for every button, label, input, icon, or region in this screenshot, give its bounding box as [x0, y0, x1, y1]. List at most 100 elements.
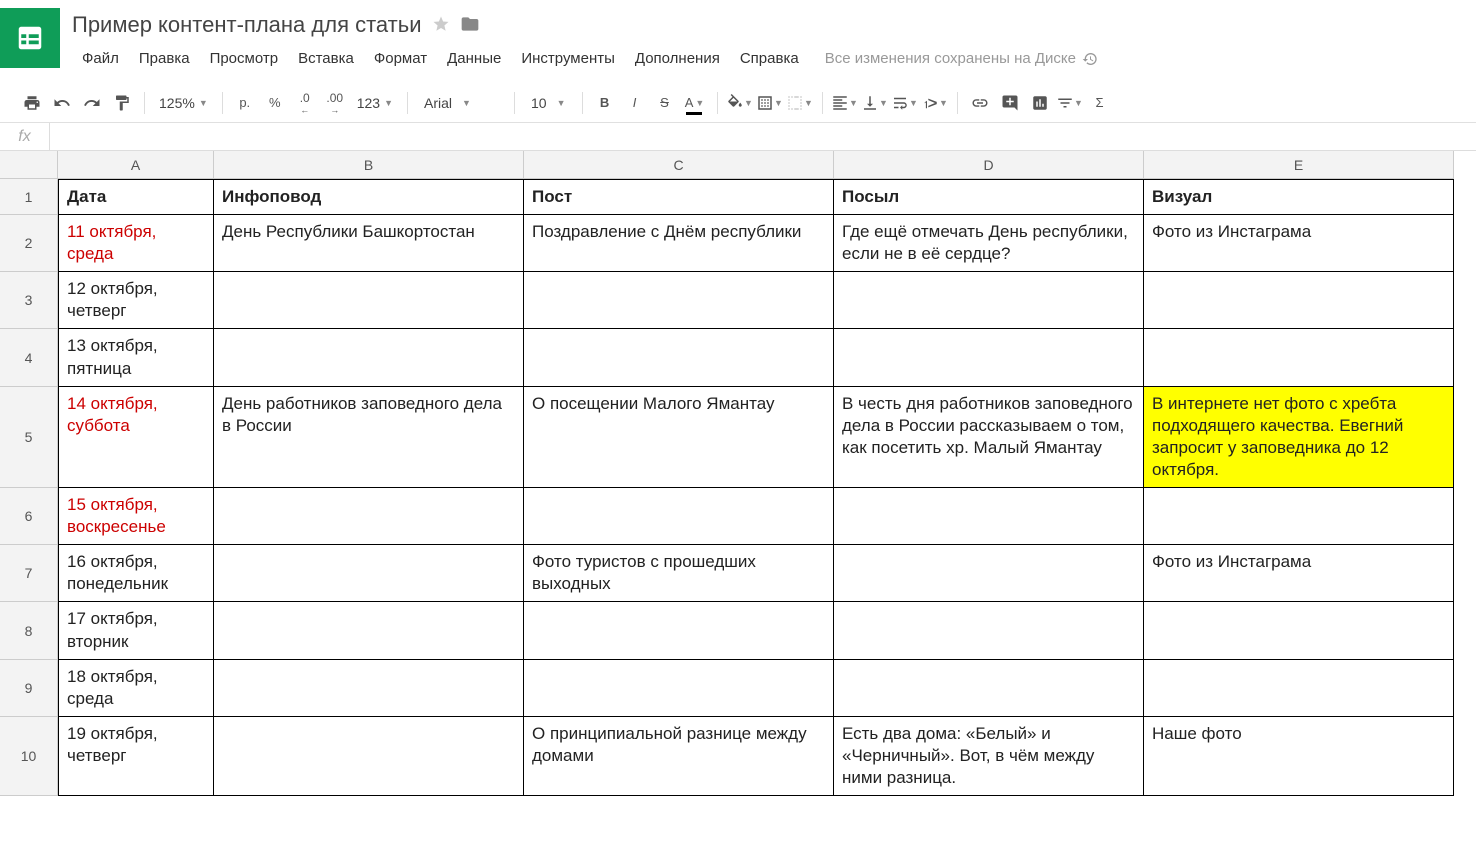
- menu-data[interactable]: Данные: [437, 46, 511, 71]
- row-header[interactable]: 10: [0, 717, 58, 796]
- italic-button[interactable]: I: [621, 89, 649, 117]
- cell[interactable]: 16 октября, понедельник: [58, 545, 214, 602]
- cell[interactable]: В честь дня работников заповедного дела …: [834, 387, 1144, 488]
- menu-file[interactable]: Файл: [72, 46, 129, 71]
- redo-button[interactable]: [78, 89, 106, 117]
- cell[interactable]: Фото туристов с прошедших выходных: [524, 545, 834, 602]
- cell[interactable]: Где ещё отмечать День республики, если н…: [834, 215, 1144, 272]
- cell[interactable]: [1144, 488, 1454, 545]
- text-color-button[interactable]: A▼: [681, 89, 709, 117]
- cell[interactable]: [524, 602, 834, 659]
- increase-decimal-button[interactable]: .00→: [321, 89, 349, 117]
- cell[interactable]: Наше фото: [1144, 717, 1454, 796]
- history-icon[interactable]: [1082, 51, 1098, 67]
- document-title[interactable]: Пример контент-плана для статьи: [72, 12, 422, 38]
- cell[interactable]: [834, 602, 1144, 659]
- select-all-corner[interactable]: [0, 151, 58, 179]
- text-wrap-button[interactable]: ▼: [891, 89, 919, 117]
- bold-button[interactable]: B: [591, 89, 619, 117]
- cell[interactable]: Поздравление с Днём республики: [524, 215, 834, 272]
- cell[interactable]: [214, 545, 524, 602]
- cell[interactable]: [834, 660, 1144, 717]
- row-header[interactable]: 7: [0, 545, 58, 602]
- paint-format-button[interactable]: [108, 89, 136, 117]
- cell[interactable]: 12 октября, четверг: [58, 272, 214, 329]
- h-align-button[interactable]: ▼: [831, 89, 859, 117]
- cell[interactable]: День работников заповедного дела в Росси…: [214, 387, 524, 488]
- cell[interactable]: Фото из Инстаграма: [1144, 545, 1454, 602]
- row-header[interactable]: 2: [0, 215, 58, 272]
- col-header-D[interactable]: D: [834, 151, 1144, 179]
- cell[interactable]: [1144, 272, 1454, 329]
- cell[interactable]: [524, 329, 834, 386]
- menu-format[interactable]: Формат: [364, 46, 437, 71]
- cell[interactable]: [834, 488, 1144, 545]
- cell[interactable]: [214, 717, 524, 796]
- cell[interactable]: 17 октября, вторник: [58, 602, 214, 659]
- merge-button[interactable]: ▼: [786, 89, 814, 117]
- cell[interactable]: [834, 272, 1144, 329]
- cell[interactable]: О принципиальной разнице между домами: [524, 717, 834, 796]
- cell[interactable]: 11 октября, среда: [58, 215, 214, 272]
- decrease-decimal-button[interactable]: .0←: [291, 89, 319, 117]
- menu-help[interactable]: Справка: [730, 46, 809, 71]
- menu-view[interactable]: Просмотр: [200, 46, 289, 71]
- cell[interactable]: 14 октября, суббота: [58, 387, 214, 488]
- cell[interactable]: Есть два дома: «Белый» и «Черничный». Во…: [834, 717, 1144, 796]
- cell[interactable]: О посещении Малого Ямантау: [524, 387, 834, 488]
- menu-addons[interactable]: Дополнения: [625, 46, 730, 71]
- col-header-E[interactable]: E: [1144, 151, 1454, 179]
- row-header[interactable]: 1: [0, 179, 58, 215]
- cell[interactable]: [834, 329, 1144, 386]
- cell[interactable]: [214, 329, 524, 386]
- cell[interactable]: [524, 272, 834, 329]
- row-header[interactable]: 3: [0, 272, 58, 329]
- menu-tools[interactable]: Инструменты: [511, 46, 625, 71]
- cell[interactable]: 19 октября, четверг: [58, 717, 214, 796]
- filter-button[interactable]: ▼: [1056, 89, 1084, 117]
- print-button[interactable]: [18, 89, 46, 117]
- fill-color-button[interactable]: ▼: [726, 89, 754, 117]
- cell[interactable]: [524, 660, 834, 717]
- undo-button[interactable]: [48, 89, 76, 117]
- cell[interactable]: [214, 272, 524, 329]
- cell[interactable]: [1144, 660, 1454, 717]
- cell[interactable]: Пост: [524, 179, 834, 215]
- font-select[interactable]: Arial▼: [416, 95, 506, 111]
- folder-icon[interactable]: [460, 14, 480, 37]
- chart-button[interactable]: [1026, 89, 1054, 117]
- cell[interactable]: [214, 660, 524, 717]
- font-size-select[interactable]: 10▼: [523, 95, 574, 111]
- percent-button[interactable]: %: [261, 89, 289, 117]
- row-header[interactable]: 8: [0, 602, 58, 659]
- cell[interactable]: Визуал: [1144, 179, 1454, 215]
- sheets-logo[interactable]: [0, 8, 60, 68]
- cell[interactable]: 15 октября, воскресенье: [58, 488, 214, 545]
- row-header[interactable]: 9: [0, 660, 58, 717]
- number-format-select[interactable]: 123▼: [351, 95, 399, 111]
- cell[interactable]: 13 октября, пятница: [58, 329, 214, 386]
- link-button[interactable]: [966, 89, 994, 117]
- cell[interactable]: [1144, 602, 1454, 659]
- star-icon[interactable]: [432, 15, 450, 36]
- text-rotation-button[interactable]: ▼: [921, 89, 949, 117]
- cell[interactable]: [214, 602, 524, 659]
- comment-button[interactable]: [996, 89, 1024, 117]
- col-header-A[interactable]: A: [58, 151, 214, 179]
- menu-insert[interactable]: Вставка: [288, 46, 364, 71]
- row-header[interactable]: 4: [0, 329, 58, 386]
- v-align-button[interactable]: ▼: [861, 89, 889, 117]
- row-header[interactable]: 6: [0, 488, 58, 545]
- zoom-select[interactable]: 125%▼: [153, 95, 214, 111]
- cell[interactable]: [834, 545, 1144, 602]
- cell[interactable]: Фото из Инстаграма: [1144, 215, 1454, 272]
- col-header-B[interactable]: B: [214, 151, 524, 179]
- borders-button[interactable]: ▼: [756, 89, 784, 117]
- currency-button[interactable]: р.: [231, 89, 259, 117]
- col-header-C[interactable]: C: [524, 151, 834, 179]
- cell[interactable]: В интернете нет фото с хребта подходящег…: [1144, 387, 1454, 488]
- row-header[interactable]: 5: [0, 387, 58, 488]
- functions-button[interactable]: Σ: [1086, 89, 1114, 117]
- cell[interactable]: Дата: [58, 179, 214, 215]
- cell[interactable]: Посыл: [834, 179, 1144, 215]
